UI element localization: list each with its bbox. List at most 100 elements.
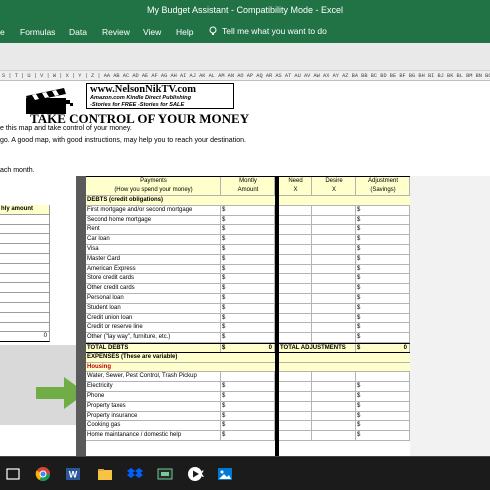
adjustment-cell[interactable]: $ <box>356 274 410 284</box>
need-cell[interactable] <box>279 401 312 411</box>
left-cell[interactable] <box>0 273 50 284</box>
payment-label[interactable]: Store credit cards <box>86 274 221 284</box>
need-cell[interactable] <box>279 411 312 421</box>
desire-cell[interactable] <box>312 303 356 313</box>
payment-label[interactable]: American Express <box>86 264 221 274</box>
monthly-amount-cell[interactable]: $ <box>221 235 275 244</box>
need-cell[interactable] <box>279 391 312 401</box>
monthly-amount-cell[interactable]: $ <box>221 313 275 323</box>
need-cell[interactable] <box>279 293 312 303</box>
payment-label[interactable]: Student loan <box>86 303 221 313</box>
adjustment-cell[interactable]: $ <box>356 323 410 333</box>
word-icon[interactable]: W <box>64 465 82 483</box>
monthly-amount-cell[interactable]: $ <box>221 205 275 215</box>
total-debts-value[interactable]: $ 0 <box>221 343 275 352</box>
monthly-amount-cell[interactable]: $ <box>221 293 275 303</box>
left-cell[interactable] <box>0 214 50 225</box>
need-cell[interactable] <box>279 244 312 254</box>
left-cell[interactable] <box>0 263 50 274</box>
need-cell[interactable] <box>279 284 312 293</box>
left-cell[interactable] <box>0 253 50 264</box>
header-payments[interactable]: Payments (How you spend your money) <box>86 177 221 195</box>
need-cell[interactable] <box>279 303 312 313</box>
header-monthly[interactable]: Montly Amount <box>221 177 275 195</box>
payment-label[interactable]: Cooking gas <box>86 421 221 431</box>
adjustment-cell[interactable]: $ <box>356 244 410 254</box>
payment-label[interactable]: Home maintanance / domestic help <box>86 431 221 440</box>
housing-label[interactable]: Housing <box>86 363 410 372</box>
desire-cell[interactable] <box>312 323 356 333</box>
need-cell[interactable] <box>279 274 312 284</box>
adjustment-cell[interactable]: $ <box>356 391 410 401</box>
payment-label[interactable]: Car loan <box>86 235 221 244</box>
monthly-amount-cell[interactable]: $ <box>221 431 275 440</box>
payment-label[interactable]: Personal loan <box>86 293 221 303</box>
desire-cell[interactable] <box>312 333 356 342</box>
adjustment-cell[interactable]: $ <box>356 215 410 225</box>
adjustment-cell[interactable]: $ <box>356 313 410 323</box>
payment-label[interactable]: Master Card <box>86 254 221 264</box>
monthly-amount-cell[interactable]: $ <box>221 225 275 235</box>
monthly-amount-cell[interactable]: $ <box>221 254 275 264</box>
need-cell[interactable] <box>279 313 312 323</box>
tab-help[interactable]: Help <box>176 27 193 37</box>
total-adjustments-value[interactable]: $ 0 <box>356 343 410 352</box>
monthly-amount-cell[interactable]: $ <box>221 215 275 225</box>
payment-label[interactable]: Property taxes <box>86 401 221 411</box>
desire-cell[interactable] <box>312 225 356 235</box>
adjustment-cell[interactable]: $ <box>356 401 410 411</box>
payment-label[interactable]: Second home mortgage <box>86 215 221 225</box>
tell-me-box[interactable]: Tell me what you want to do <box>208 26 327 36</box>
payment-label[interactable]: Visa <box>86 244 221 254</box>
worksheet[interactable]: www.NelsonNikTV.com Amazon.com Kindle Di… <box>0 81 490 456</box>
need-cell[interactable] <box>279 264 312 274</box>
chrome-icon[interactable] <box>34 465 52 483</box>
adjustment-cell[interactable]: $ <box>356 303 410 313</box>
need-cell[interactable] <box>279 323 312 333</box>
monthly-amount-cell[interactable] <box>221 372 275 382</box>
left-cell[interactable] <box>0 234 50 245</box>
total-adjustments-label[interactable]: TOTAL ADJUSTMENTS <box>279 343 356 352</box>
left-cell[interactable] <box>0 322 50 333</box>
total-debts-label[interactable]: TOTAL DEBTS <box>86 343 221 352</box>
header-need[interactable]: Need X <box>279 177 312 195</box>
monthly-amount-cell[interactable]: $ <box>221 391 275 401</box>
adjustment-cell[interactable]: $ <box>356 264 410 274</box>
need-cell[interactable] <box>279 235 312 244</box>
monthly-amount-cell[interactable]: $ <box>221 303 275 313</box>
excel-icon[interactable]: X <box>190 463 212 485</box>
left-total-cell[interactable]: 0 <box>0 332 50 343</box>
dropbox-icon[interactable] <box>126 465 144 483</box>
header-desire[interactable]: Desire X <box>312 177 356 195</box>
left-cell[interactable] <box>0 244 50 254</box>
left-cell[interactable] <box>0 312 50 323</box>
adjustment-cell[interactable]: $ <box>356 421 410 431</box>
need-cell[interactable] <box>279 225 312 235</box>
monthly-amount-cell[interactable]: $ <box>221 264 275 274</box>
tab-review[interactable]: Review <box>102 27 130 37</box>
desire-cell[interactable] <box>312 205 356 215</box>
payment-label[interactable]: Other credit cards <box>86 284 221 293</box>
desire-cell[interactable] <box>312 382 356 391</box>
monthly-amount-cell[interactable]: $ <box>221 274 275 284</box>
payment-label[interactable]: Phone <box>86 391 221 401</box>
left-header-cell[interactable]: hly amount <box>0 205 50 215</box>
desire-cell[interactable] <box>312 372 356 382</box>
desire-cell[interactable] <box>312 254 356 264</box>
payment-label[interactable]: Property insurance <box>86 411 221 421</box>
desire-cell[interactable] <box>312 264 356 274</box>
payment-label[interactable]: Rent <box>86 225 221 235</box>
need-cell[interactable] <box>279 205 312 215</box>
tab-formulas-partial[interactable]: e <box>0 27 5 37</box>
monthly-amount-cell[interactable]: $ <box>221 244 275 254</box>
photos-icon[interactable] <box>216 465 234 483</box>
left-cell[interactable] <box>0 293 50 303</box>
need-cell[interactable] <box>279 372 312 382</box>
left-cell[interactable] <box>0 283 50 294</box>
adjustment-cell[interactable]: $ <box>356 411 410 421</box>
task-view-icon[interactable] <box>4 465 22 483</box>
left-cell[interactable] <box>0 302 50 313</box>
desire-cell[interactable] <box>312 215 356 225</box>
monthly-amount-cell[interactable]: $ <box>221 333 275 342</box>
file-explorer-icon[interactable] <box>96 465 114 483</box>
